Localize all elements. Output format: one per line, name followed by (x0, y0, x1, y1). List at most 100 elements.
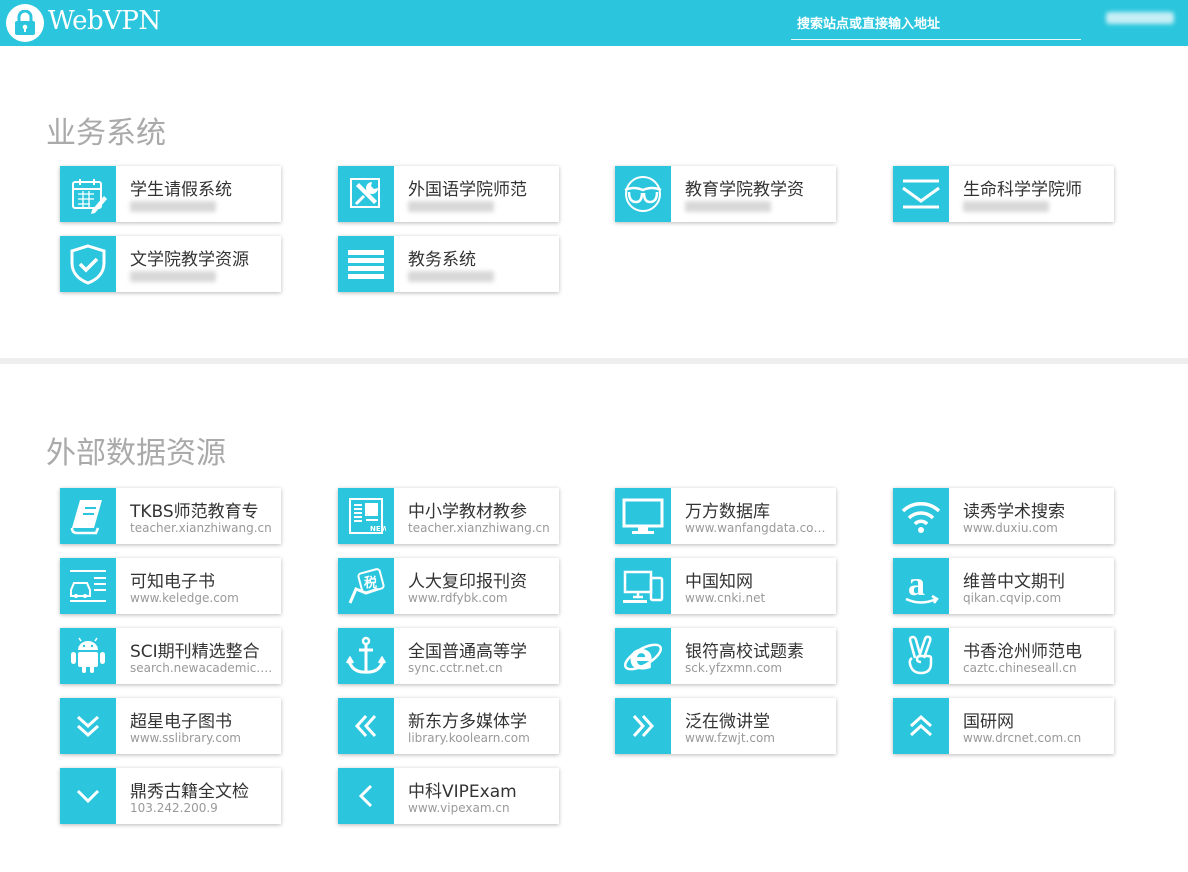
site-name: 银符高校试题素 (685, 642, 804, 662)
brand-logo-text[interactable]: WebVPN (48, 6, 161, 36)
site-card[interactable]: 税 人大复印报刊资 www.rdfybk.com (338, 558, 559, 614)
site-url: teacher.xianzhiwang.cn (130, 521, 272, 535)
redacted-url (408, 201, 494, 212)
site-url: www.keledge.com (130, 591, 239, 605)
site-name: TKBS师范教育专 (130, 502, 259, 522)
site-name: 中国知网 (685, 572, 753, 592)
svg-text:NEWS: NEWS (370, 525, 386, 533)
site-name: 读秀学术搜索 (963, 502, 1065, 522)
redacted-url (130, 271, 216, 282)
site-url: www.cnki.net (685, 591, 766, 605)
site-card[interactable]: 国研网 www.drcnet.com.cn (893, 698, 1114, 754)
site-card[interactable]: 学生请假系统 (60, 166, 281, 222)
user-account[interactable] (1106, 12, 1174, 24)
site-card[interactable]: 文学院教学资源 (60, 236, 281, 292)
double-chevron-right-icon (615, 698, 671, 754)
site-card[interactable]: 外国语学院师范 (338, 166, 559, 222)
svg-text:e: e (629, 637, 653, 678)
redacted-url (408, 271, 494, 282)
site-card[interactable]: 生命科学学院师 (893, 166, 1114, 222)
site-card[interactable]: 泛在微讲堂 www.fzwjt.com (615, 698, 836, 754)
search-input[interactable] (791, 10, 1081, 38)
site-card[interactable]: 教育学院教学资 (615, 166, 836, 222)
site-name: 人大复印报刊资 (408, 572, 527, 592)
site-url: sync.cctr.net.cn (408, 661, 503, 675)
double-chevron-left-icon (338, 698, 394, 754)
site-name: SCI期刊精选整合 (130, 642, 260, 662)
site-card[interactable]: 万方数据库 www.wanfangdata.com... (615, 488, 836, 544)
site-name: 维普中文期刊 (963, 572, 1065, 592)
site-name: 中科VIPExam (408, 782, 517, 802)
android-icon (60, 628, 116, 684)
wifi-icon (893, 488, 949, 544)
site-card[interactable]: 超星电子图书 www.sslibrary.com (60, 698, 281, 754)
site-url: www.wanfangdata.com... (685, 521, 831, 535)
site-card[interactable]: 中国知网 www.cnki.net (615, 558, 836, 614)
site-name: 超星电子图书 (130, 712, 232, 732)
site-url: www.duxiu.com (963, 521, 1058, 535)
site-card[interactable]: a 维普中文期刊 qikan.cqvip.com (893, 558, 1114, 614)
book-icon (60, 488, 116, 544)
top-navigation-bar: WebVPN (0, 0, 1188, 46)
section-title: 外部数据资源 (46, 436, 226, 471)
site-url: 103.242.200.9 (130, 801, 218, 815)
site-name: 泛在微讲堂 (685, 712, 770, 732)
site-name: 鼎秀古籍全文检 (130, 782, 249, 802)
site-url: sck.yfzxmn.com (685, 661, 783, 675)
site-name: 文学院教学资源 (130, 250, 249, 270)
newspaper-icon: NEWS (338, 488, 394, 544)
chevron-left-icon (338, 768, 394, 824)
redacted-url (963, 201, 1049, 212)
site-card[interactable]: 教务系统 (338, 236, 559, 292)
redacted-url (685, 201, 771, 212)
redacted-url (130, 201, 216, 212)
search-box[interactable] (791, 10, 1081, 40)
internet-explorer-icon: e (615, 628, 671, 684)
site-name: 教育学院教学资 (685, 180, 804, 200)
section-title: 业务系统 (46, 116, 166, 151)
site-name: 教务系统 (408, 250, 476, 270)
site-name: 新东方多媒体学 (408, 712, 527, 732)
site-name: 国研网 (963, 712, 1014, 732)
site-card[interactable]: NEWS 中小学教材教参teacher.xianzhiwang.cn (338, 488, 559, 544)
site-url: caztc.chineseall.cn (963, 661, 1077, 675)
site-card[interactable]: 新东方多媒体学 library.koolearn.com (338, 698, 559, 754)
double-chevron-down-icon (60, 698, 116, 754)
site-card[interactable]: 中科VIPExam www.vipexam.cn (338, 768, 559, 824)
site-card[interactable]: SCI期刊精选整合 search.newacademic.net (60, 628, 281, 684)
shield-check-icon (60, 236, 116, 292)
site-card[interactable]: 读秀学术搜索 www.duxiu.com (893, 488, 1114, 544)
anchor-icon (338, 628, 394, 684)
site-card[interactable]: 全国普通高等学 sync.cctr.net.cn (338, 628, 559, 684)
lock-icon[interactable] (6, 4, 44, 42)
site-name: 可知电子书 (130, 572, 215, 592)
tax-hand-icon: 税 (338, 558, 394, 614)
site-url: www.drcnet.com.cn (963, 731, 1082, 745)
site-card[interactable]: TKBS师范教育专 teacher.xianzhiwang.cn (60, 488, 281, 544)
site-url: library.koolearn.com (408, 731, 530, 745)
site-name: 外国语学院师范 (408, 180, 527, 200)
monitor-icon (615, 488, 671, 544)
devices-icon (615, 558, 671, 614)
car-document-icon (60, 558, 116, 614)
site-url: teacher.xianzhiwang.cn (408, 521, 550, 535)
site-url: search.newacademic.net (130, 661, 276, 675)
envelope-icon (893, 166, 949, 222)
site-name: 生命科学学院师 (963, 180, 1082, 200)
site-url: www.rdfybk.com (408, 591, 508, 605)
site-name: 全国普通高等学 (408, 642, 527, 662)
double-chevron-up-icon (893, 698, 949, 754)
site-card[interactable]: 鼎秀古籍全文检 103.242.200.9 (60, 768, 281, 824)
section-business-systems: 业务系统 学生请假系统 外国语学院师范 教育学院教学资 生命科学学院师文学院教学资源 教… (0, 46, 1188, 358)
glasses-icon (615, 166, 671, 222)
site-card[interactable]: 可知电子书 www.keledge.com (60, 558, 281, 614)
site-name: 书香沧州师范电 (963, 642, 1082, 662)
site-url: www.sslibrary.com (130, 731, 241, 745)
list-lines-icon (338, 236, 394, 292)
tools-icon (338, 166, 394, 222)
amazon-icon: a (893, 558, 949, 614)
site-card[interactable]: 书香沧州师范电 caztc.chineseall.cn (893, 628, 1114, 684)
site-url: qikan.cqvip.com (963, 591, 1062, 605)
site-card[interactable]: e 银符高校试题素 sck.yfzxmn.com (615, 628, 836, 684)
site-name: 万方数据库 (685, 502, 770, 522)
